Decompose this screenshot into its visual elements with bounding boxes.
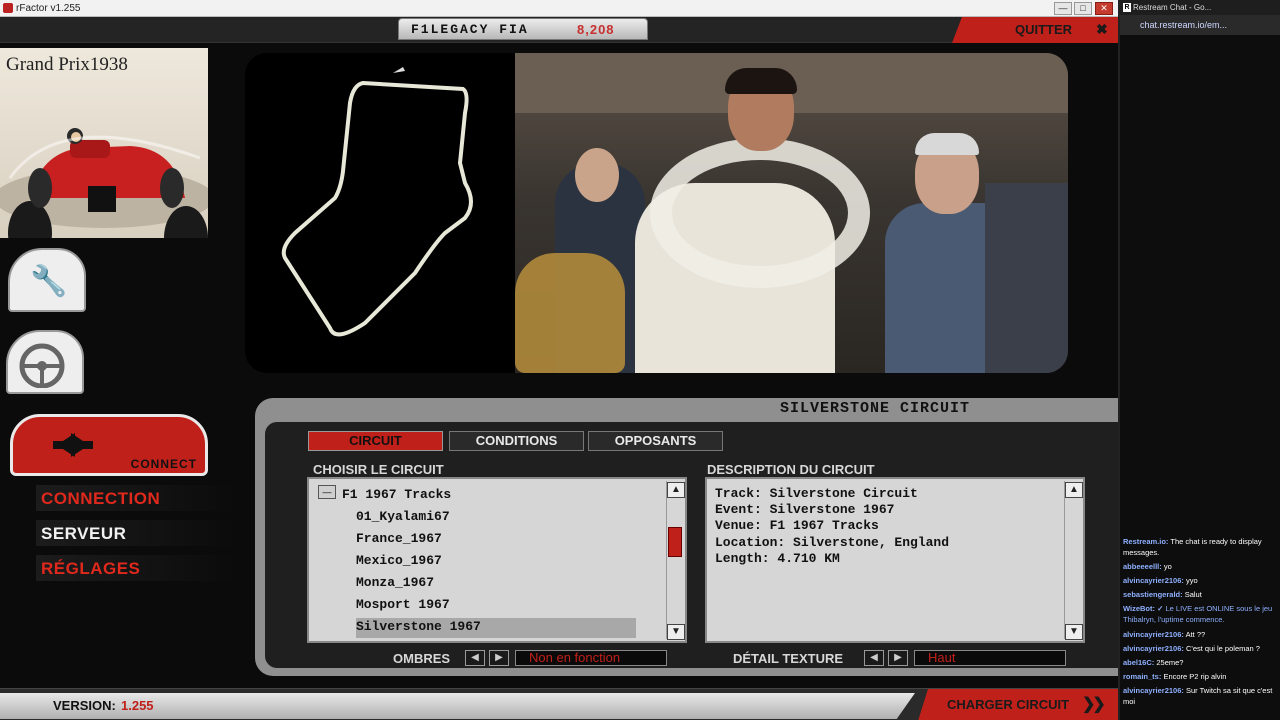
desc-event: Event: Silverstone 1967: [715, 502, 895, 517]
podium-photo: [515, 53, 1068, 373]
panel-title: SILVERSTONE CIRCUIT: [780, 400, 971, 417]
choose-circuit-header: CHOISIR LE CIRCUIT: [313, 462, 444, 477]
list-item[interactable]: Mexico_1967: [356, 553, 442, 573]
nav-connection[interactable]: CONNECTION: [36, 485, 236, 511]
restream-logo-icon: R: [1123, 3, 1131, 12]
texture-detail-value: Haut: [914, 650, 1066, 666]
settings-button[interactable]: 🔧: [8, 248, 86, 312]
steering-wheel-icon: [19, 343, 65, 388]
circuit-list-scrollbar[interactable]: ▲ ▼: [666, 481, 685, 640]
shadows-next-button[interactable]: ▶: [489, 650, 509, 666]
chat-message: alvincayrier2106: Att ??: [1123, 630, 1206, 639]
rfactor-window: rFactor v1.255 — □ ✕ F1LEGACY FIA 8,208 …: [0, 0, 1118, 720]
race-car-illustration: [0, 128, 208, 238]
wrench-icon: 🔧: [30, 265, 68, 298]
circuit-description-box: Track: Silverstone Circuit Event: Silver…: [705, 477, 1085, 643]
chat-window-title: R Restream Chat - Go...: [1120, 0, 1280, 15]
chat-message: alvincayrier2106: C'est qui le poleman ?: [1123, 644, 1260, 653]
chat-message: sebastiengerald: Salut: [1123, 590, 1202, 599]
circuit-description-header: DESCRIPTION DU CIRCUIT: [707, 462, 875, 477]
circuit-list[interactable]: — F1 1967 Tracks 01_Kyalami67 France_196…: [307, 477, 687, 643]
chat-message: alvincayrier2106: Sur Twitch sa sit que …: [1123, 686, 1273, 706]
player-number: 8,208: [577, 22, 615, 37]
version-label: VERSION:: [53, 698, 116, 713]
desc-location: Location: Silverstone, England: [715, 535, 950, 550]
top-bar: F1LEGACY FIA 8,208 QUITTER ✖: [0, 17, 1118, 43]
scroll-up-icon[interactable]: ▲: [667, 482, 685, 498]
texture-prev-button[interactable]: ◀: [864, 650, 884, 666]
quit-label[interactable]: QUITTER: [1015, 22, 1072, 37]
connect-arrows-icon: [53, 433, 93, 457]
window-title: rFactor v1.255: [16, 3, 81, 14]
scroll-down-icon[interactable]: ▼: [1065, 624, 1083, 640]
chat-message: romain_ts: Encore P2 rip alvin: [1123, 672, 1227, 681]
chat-message: alvincayrier2106: yyo: [1123, 576, 1198, 585]
chat-message: abbeeeelll: yo: [1123, 562, 1172, 571]
restream-chat-window: R Restream Chat - Go... chat.restream.io…: [1118, 0, 1280, 720]
tab-conditions[interactable]: CONDITIONS: [449, 431, 584, 451]
load-circuit-label[interactable]: CHARGER CIRCUIT: [947, 697, 1069, 712]
scroll-up-icon[interactable]: ▲: [1065, 482, 1083, 498]
track-preview: [245, 53, 1068, 373]
list-item[interactable]: France_1967: [356, 531, 442, 551]
grand-prix-banner: Grand Prix1938: [0, 48, 208, 238]
texture-next-button[interactable]: ▶: [888, 650, 908, 666]
shadows-label: OMBRES: [393, 651, 451, 666]
bottom-bar: VERSION: 1.255 CHARGER CIRCUIT ❯❯: [0, 688, 1118, 720]
list-item[interactable]: 01_Kyalami67: [356, 509, 450, 529]
list-item-group[interactable]: F1 1967 Tracks: [342, 487, 451, 507]
desc-venue: Venue: F1 1967 Tracks: [715, 518, 879, 533]
connect-label: CONNECT: [130, 457, 197, 471]
chat-title-text: Restream Chat - Go...: [1133, 3, 1212, 12]
nav-reglages[interactable]: RÉGLAGES: [36, 555, 236, 581]
list-item[interactable]: Monza_1967: [356, 575, 434, 595]
list-item-selected[interactable]: Silverstone 1967: [356, 618, 636, 638]
track-map: [281, 67, 473, 337]
connect-button[interactable]: CONNECT: [10, 414, 208, 476]
double-chevron-icon[interactable]: ❯❯: [1082, 694, 1106, 714]
chat-message: abel16C: 25eme?: [1123, 658, 1184, 667]
scroll-thumb[interactable]: [668, 527, 682, 557]
shadows-value: Non en fonction: [515, 650, 667, 666]
mod-logo: F1LEGACY FIA: [411, 22, 529, 37]
minimize-button[interactable]: —: [1054, 2, 1072, 15]
quit-icon[interactable]: ✖: [1096, 21, 1108, 38]
tab-opposants[interactable]: OPPOSANTS: [588, 431, 723, 451]
chat-message: WizeBot: ✓ Le LIVE est ONLINE sous le je…: [1123, 604, 1273, 624]
shadows-prev-button[interactable]: ◀: [465, 650, 485, 666]
chat-address-bar[interactable]: chat.restream.io/em...: [1120, 15, 1280, 35]
tab-circuit[interactable]: CIRCUIT: [308, 431, 443, 451]
texture-detail-label: DÉTAIL TEXTURE: [733, 651, 844, 666]
close-button[interactable]: ✕: [1095, 2, 1113, 15]
tree-collapse-toggle[interactable]: —: [318, 485, 336, 499]
desc-length: Length: 4.710 KM: [715, 551, 840, 566]
driving-button[interactable]: [6, 330, 84, 394]
nav-serveur[interactable]: SERVEUR: [36, 520, 236, 546]
app-icon: [3, 3, 13, 13]
chat-message: Restream.io: The chat is ready to displa…: [1123, 537, 1262, 557]
list-item[interactable]: Mosport 1967: [356, 597, 450, 617]
scroll-down-icon[interactable]: ▼: [667, 624, 685, 640]
title-plate: F1LEGACY FIA 8,208: [398, 18, 648, 40]
desc-track: Track: Silverstone Circuit: [715, 486, 918, 501]
description-scrollbar[interactable]: ▲ ▼: [1064, 481, 1083, 640]
chat-url: chat.restream.io/em...: [1140, 20, 1228, 30]
window-titlebar: rFactor v1.255 — □ ✕: [0, 0, 1118, 17]
maximize-button[interactable]: □: [1074, 2, 1092, 15]
version-number: 1.255: [121, 698, 154, 713]
